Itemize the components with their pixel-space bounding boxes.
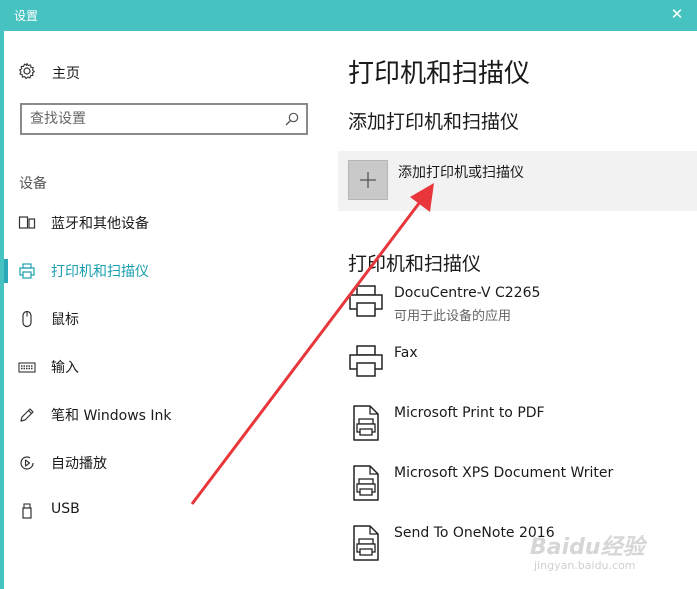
mouse-icon <box>18 310 36 328</box>
sidebar-item-autoplay[interactable]: 自动播放 <box>4 447 328 479</box>
section-title-devices: 设备 <box>19 176 47 192</box>
plus-icon <box>348 160 388 200</box>
sidebar-item-label: 蓝牙和其他设备 <box>51 216 149 232</box>
sidebar-item-label: 鼠标 <box>51 312 79 328</box>
sidebar-item-label: 输入 <box>51 360 79 376</box>
sidebar-item-label: 笔和 Windows Ink <box>51 408 172 424</box>
sidebar-item-label: 打印机和扫描仪 <box>51 264 149 280</box>
printer-icon <box>348 283 384 323</box>
sidebar-item-usb[interactable]: USB <box>4 495 328 527</box>
sidebar-item-bluetooth[interactable]: 蓝牙和其他设备 <box>4 207 328 239</box>
search-input[interactable] <box>30 108 280 130</box>
document-printer-icon <box>348 463 384 503</box>
search-box[interactable] <box>20 103 308 135</box>
page-title: 打印机和扫描仪 <box>348 59 531 89</box>
main-content: 打印机和扫描仪 添加打印机和扫描仪 添加打印机或扫描仪 打印机和扫描仪 Docu… <box>328 31 697 589</box>
add-section-title: 添加打印机和扫描仪 <box>348 111 520 133</box>
sidebar-item-label: 自动播放 <box>51 456 107 472</box>
device-status: 可用于此设备的应用 <box>394 309 512 324</box>
device-item[interactable]: DocuCentre-V C2265 可用于此设备的应用 <box>348 283 697 335</box>
usb-icon <box>18 502 36 520</box>
watermark-text: Baidu经验 <box>530 535 645 560</box>
device-item[interactable]: Microsoft Print to PDF <box>348 403 697 455</box>
sidebar-item-label: USB <box>51 501 80 517</box>
sidebar-item-printers[interactable]: 打印机和扫描仪 <box>4 255 328 287</box>
search-icon[interactable] <box>284 111 300 127</box>
title-bar: 设置 ✕ <box>0 0 697 31</box>
device-name: Microsoft XPS Document Writer <box>394 465 614 481</box>
watermark: Baidu经验 jingyan.baidu.com <box>520 515 690 579</box>
device-item[interactable]: Microsoft XPS Document Writer <box>348 463 697 515</box>
printer-icon <box>18 262 36 280</box>
active-indicator <box>4 259 8 283</box>
device-item[interactable]: Fax <box>348 343 697 395</box>
home-nav-item[interactable]: 主页 <box>18 61 80 85</box>
sidebar-item-typing[interactable]: 输入 <box>4 351 328 383</box>
device-name: DocuCentre-V C2265 <box>394 285 541 301</box>
add-printer-button[interactable]: 添加打印机或扫描仪 <box>338 151 697 211</box>
home-label: 主页 <box>52 66 80 82</box>
printer-icon <box>348 343 384 383</box>
watermark-sub: jingyan.baidu.com <box>534 559 636 572</box>
gear-icon <box>18 62 36 84</box>
keyboard-icon <box>18 358 36 376</box>
close-icon[interactable]: ✕ <box>667 4 687 24</box>
printers-list-title: 打印机和扫描仪 <box>348 253 482 275</box>
window-title: 设置 <box>14 9 39 23</box>
bluetooth-devices-icon <box>18 214 36 232</box>
autoplay-icon <box>18 454 36 472</box>
document-printer-icon <box>348 403 384 443</box>
sidebar-item-pen[interactable]: 笔和 Windows Ink <box>4 399 328 431</box>
sidebar-item-mouse[interactable]: 鼠标 <box>4 303 328 335</box>
pen-icon <box>18 406 36 424</box>
device-name: Microsoft Print to PDF <box>394 405 545 421</box>
device-name: Fax <box>394 345 418 361</box>
sidebar: 主页 设备 蓝牙和其他设备 打印机 <box>4 31 328 589</box>
document-printer-icon <box>348 523 384 563</box>
add-printer-label: 添加打印机或扫描仪 <box>398 165 524 181</box>
